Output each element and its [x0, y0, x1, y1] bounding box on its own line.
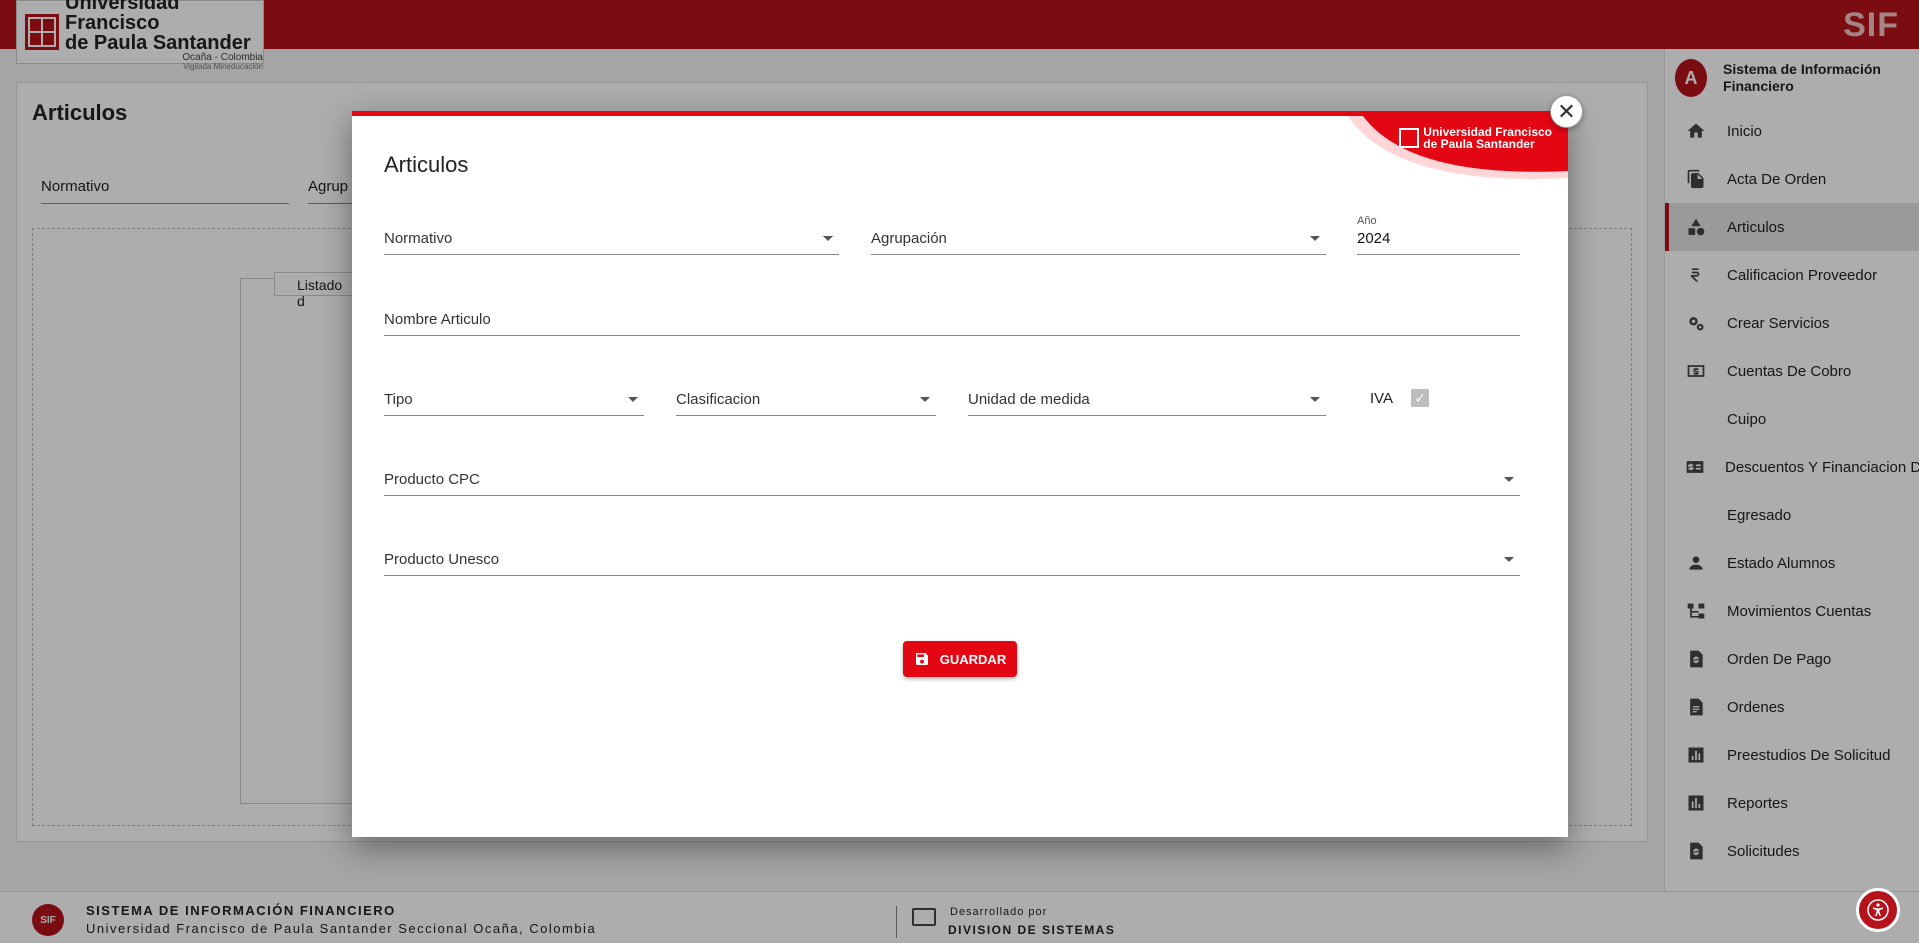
iva-label: IVA — [1370, 389, 1394, 407]
agrupacion-label: Agrupación — [871, 230, 947, 247]
normativo-label: Normativo — [384, 230, 453, 247]
clasificacion-label: Clasificacion — [676, 391, 761, 408]
iva-checkbox[interactable]: ✓ — [1411, 389, 1430, 407]
close-icon[interactable]: ✕ — [1550, 95, 1583, 128]
dropdown-arrow-icon — [920, 397, 930, 402]
corner-logo-line-2: de Paula Santander — [1423, 137, 1535, 151]
producto-cpc-select[interactable]: Producto CPC — [384, 456, 1520, 496]
iva-checkbox-group: IVA ✓ — [1370, 389, 1430, 407]
unidad-medida-label: Unidad de medida — [968, 391, 1090, 408]
nombre-articulo-label: Nombre Articulo — [384, 311, 491, 328]
modal-corner-decoration: Universidad Francisco de Paula Santander — [1328, 116, 1568, 188]
dropdown-arrow-icon — [1504, 557, 1514, 562]
unidad-medida-select[interactable]: Unidad de medida — [968, 376, 1326, 416]
dropdown-arrow-icon — [1310, 236, 1320, 241]
producto-cpc-label: Producto CPC — [384, 471, 480, 488]
normativo-select[interactable]: Normativo — [384, 215, 839, 255]
modal-corner-logo: Universidad Francisco de Paula Santander — [1399, 126, 1552, 150]
anio-field[interactable]: Año 2024 — [1357, 215, 1520, 255]
producto-unesco-select[interactable]: Producto Unesco — [384, 536, 1520, 576]
articulos-modal: Universidad Francisco de Paula Santander… — [352, 111, 1568, 837]
ufps-logo-mark-icon — [1399, 128, 1420, 148]
save-icon — [915, 653, 928, 665]
nombre-articulo-input[interactable]: Nombre Articulo — [384, 296, 1520, 336]
clasificacion-select[interactable]: Clasificacion — [676, 376, 936, 416]
tipo-select[interactable]: Tipo — [384, 376, 644, 416]
dropdown-arrow-icon — [1504, 477, 1514, 482]
save-button-label: GUARDAR — [939, 651, 1007, 667]
modal-title: Articulos — [384, 152, 469, 177]
dropdown-arrow-icon — [823, 236, 833, 241]
save-button[interactable]: GUARDAR — [903, 641, 1017, 677]
tipo-label: Tipo — [384, 391, 413, 408]
producto-unesco-label: Producto Unesco — [384, 551, 500, 568]
dropdown-arrow-icon — [1310, 397, 1320, 402]
agrupacion-select[interactable]: Agrupación — [871, 215, 1326, 255]
dropdown-arrow-icon — [628, 397, 638, 402]
anio-value: 2024 — [1357, 230, 1391, 247]
anio-label: Año — [1357, 215, 1377, 227]
accessibility-icon[interactable] — [1856, 888, 1900, 932]
